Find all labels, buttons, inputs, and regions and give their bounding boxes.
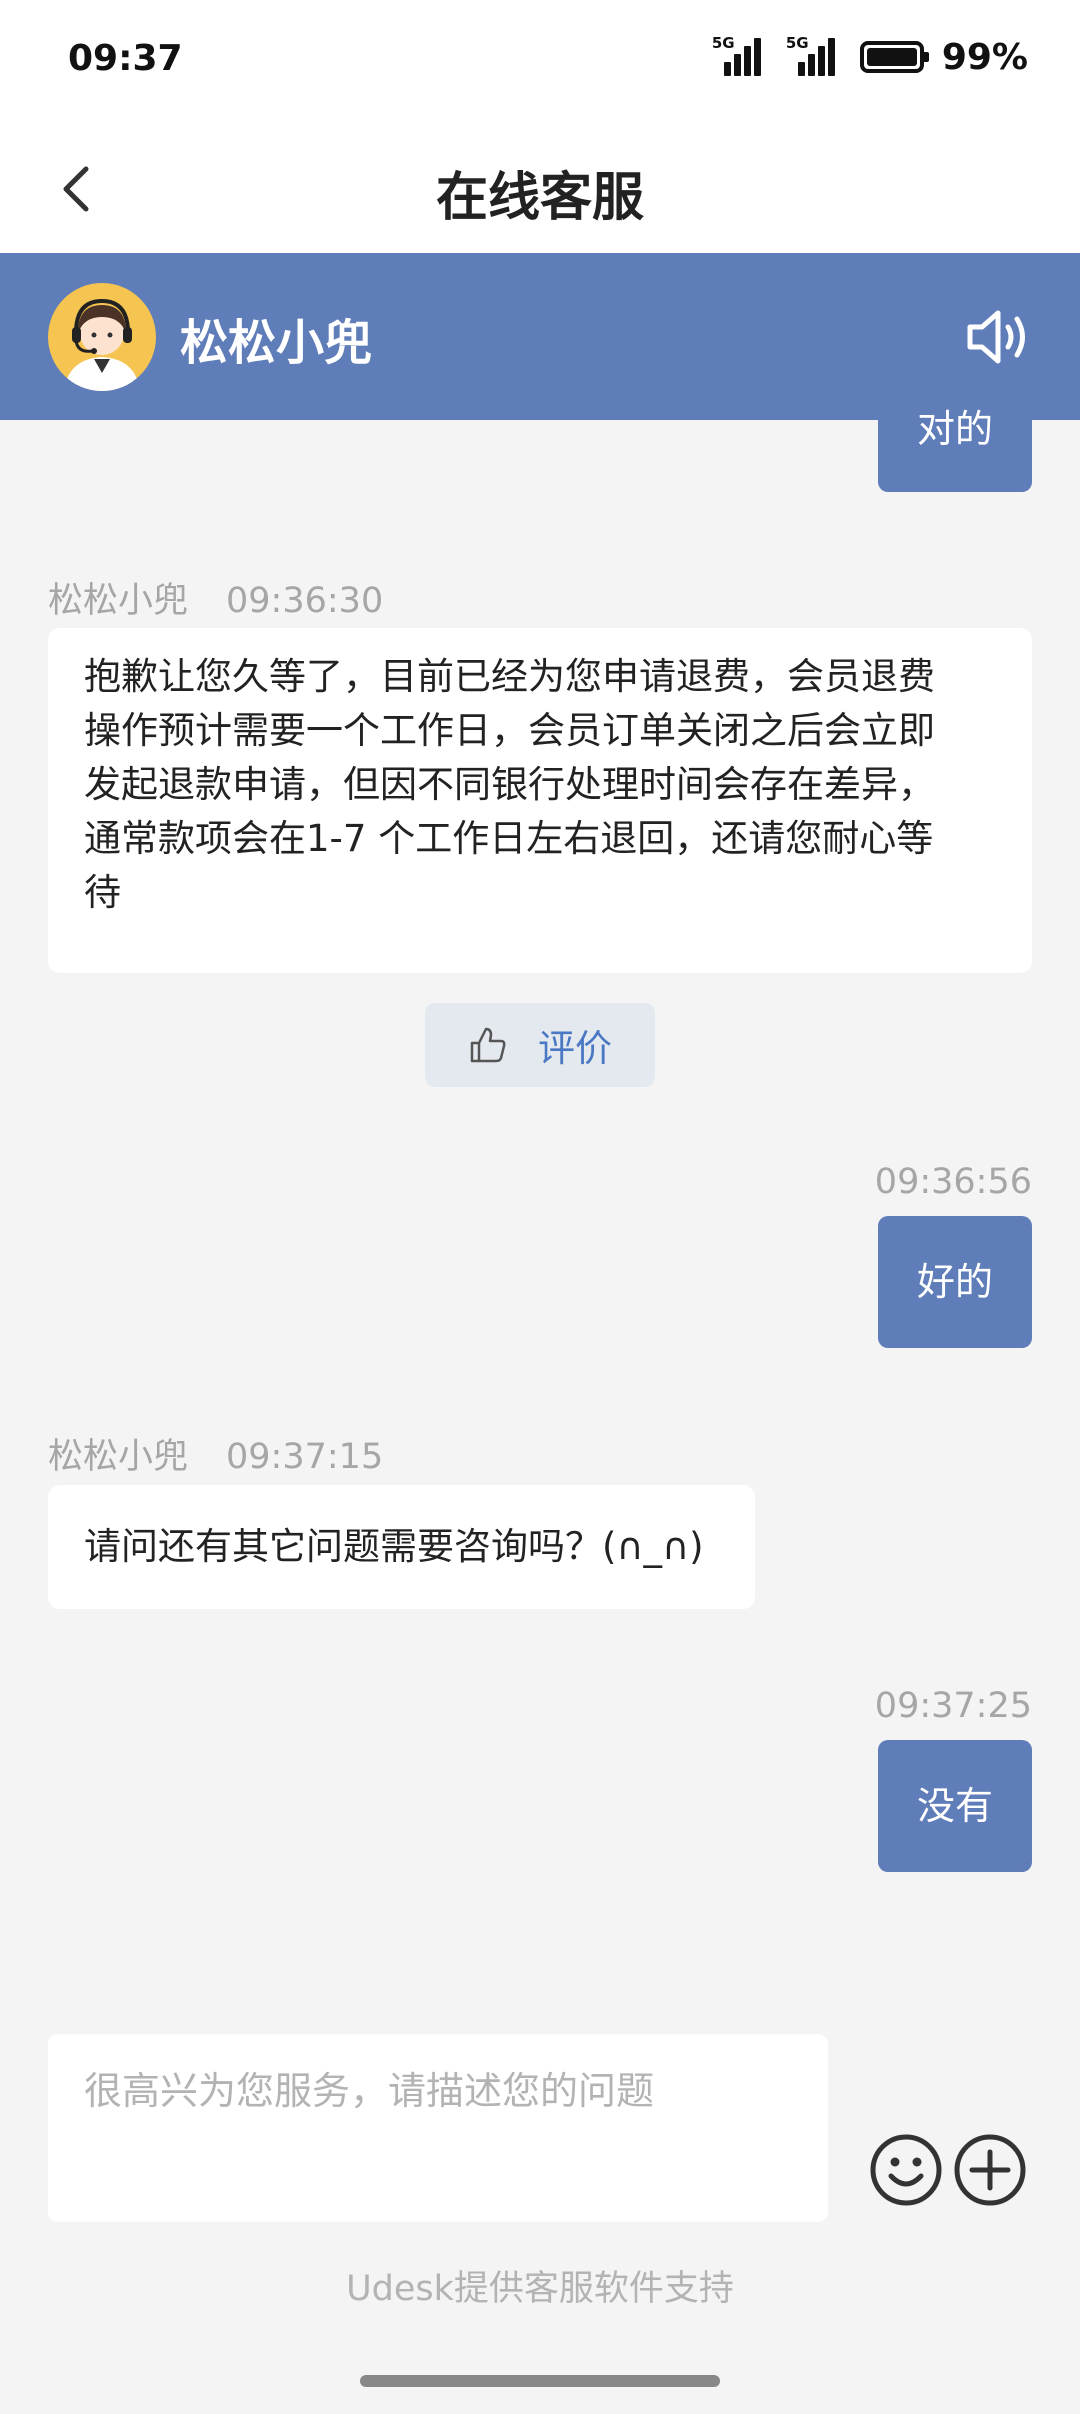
plus-icon bbox=[954, 2134, 1026, 2206]
agent-name: 松松小兜 bbox=[180, 315, 373, 371]
rate-label: 评价 bbox=[538, 1027, 612, 1070]
home-indicator[interactable] bbox=[360, 2375, 720, 2387]
message-time: 09:36:56 bbox=[874, 1162, 1032, 1202]
battery-fill bbox=[866, 48, 917, 66]
message-time: 09:37:25 bbox=[874, 1686, 1032, 1726]
emoji-button[interactable] bbox=[868, 2132, 944, 2208]
message-line: 通常款项会在1-7 个工作日左右退回，还请您耐心等 bbox=[84, 817, 934, 860]
message-time: 09:36:30 bbox=[226, 581, 384, 621]
nav-bar: 在线客服 bbox=[0, 125, 1080, 253]
battery-percent: 99% bbox=[941, 36, 1028, 78]
status-icons: 5G 5G 99% bbox=[712, 36, 1028, 78]
input-area: 很高兴为您服务，请描述您的问题 Udesk提供客服软件支持 bbox=[0, 2008, 1080, 2414]
status-time: 09:37 bbox=[68, 38, 183, 79]
agent-message-bubble: 抱歉让您久等了，目前已经为您申请退费，会员退费 操作预计需要一个工作日，会员订单… bbox=[48, 628, 1032, 973]
status-bar: 09:37 5G 5G 99% bbox=[0, 0, 1080, 125]
user-message-bubble: 好的 bbox=[878, 1216, 1032, 1348]
user-message-bubble: 没有 bbox=[878, 1740, 1032, 1872]
speaker-button[interactable] bbox=[964, 305, 1034, 369]
signal-tag: 5G bbox=[711, 34, 735, 52]
sender-name: 松松小兜 bbox=[48, 1437, 189, 1477]
signal-5g-icon: 5G bbox=[786, 36, 842, 78]
speaker-icon bbox=[967, 310, 1025, 364]
message-time: 09:37:15 bbox=[226, 1437, 384, 1477]
rate-button[interactable]: 评价 bbox=[425, 1003, 655, 1087]
user-message-bubble: 对的 bbox=[878, 402, 1032, 492]
plus-button[interactable] bbox=[952, 2132, 1028, 2208]
message-text: 好的 bbox=[916, 1260, 993, 1304]
signal-5g-icon: 5G bbox=[712, 36, 768, 78]
message-meta: 松松小兜 09:36:30 bbox=[48, 572, 383, 623]
message-meta: 松松小兜 09:37:15 bbox=[48, 1428, 383, 1479]
message-input[interactable]: 很高兴为您服务，请描述您的问题 bbox=[48, 2034, 828, 2222]
agent-header: 松松小兜 bbox=[0, 253, 1080, 420]
signal-tag: 5G bbox=[785, 34, 809, 52]
page-title: 在线客服 bbox=[435, 168, 644, 228]
agent-avatar bbox=[48, 283, 156, 391]
message-line: 请问还有其它问题需要咨询吗？(∩_∩) bbox=[84, 1525, 704, 1568]
message-line: 发起退款申请，但因不同银行处理时间会存在差异， bbox=[84, 763, 935, 806]
battery-icon bbox=[859, 41, 929, 73]
message-text: 没有 bbox=[916, 1784, 993, 1828]
message-text: 对的 bbox=[916, 407, 993, 451]
agent-avatar-image bbox=[64, 298, 140, 391]
agent-message-bubble: 请问还有其它问题需要咨询吗？(∩_∩) bbox=[48, 1485, 755, 1609]
sender-name: 松松小兜 bbox=[48, 581, 189, 621]
message-line: 抱歉让您久等了，目前已经为您申请退费，会员退费 bbox=[84, 655, 935, 698]
footer-text: Udesk提供客服软件支持 bbox=[346, 2269, 734, 2309]
message-line: 待 bbox=[84, 871, 121, 914]
message-line: 操作预计需要一个工作日，会员订单关闭之后会立即 bbox=[84, 709, 935, 752]
thumbs-up-icon bbox=[470, 1027, 506, 1063]
emoji-icon bbox=[870, 2134, 942, 2206]
